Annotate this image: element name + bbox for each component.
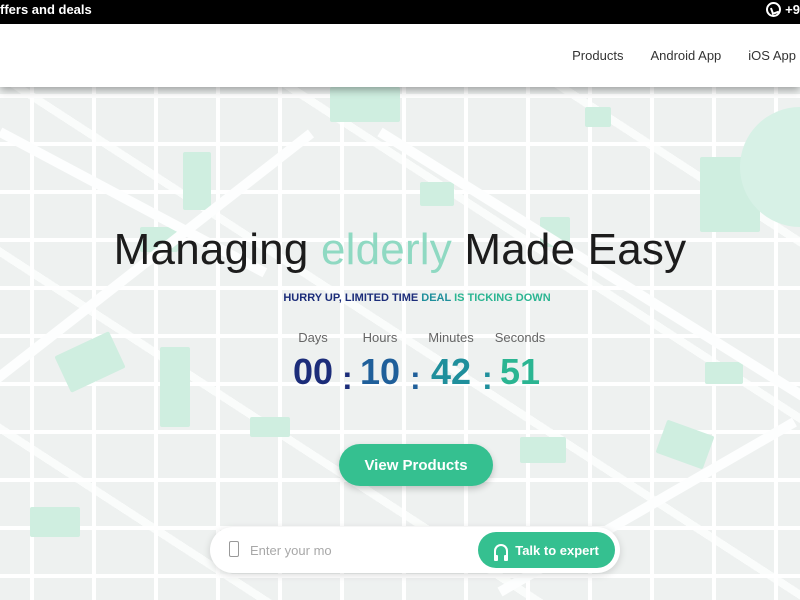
phone-number: +9 <box>785 2 800 17</box>
hero-title-accent: elderly <box>320 225 452 274</box>
nav-item-android-app[interactable]: Android App <box>650 48 721 63</box>
countdown-separator: : <box>410 360 421 396</box>
promo-bar: ffers and deals +9 <box>0 0 800 24</box>
talk-to-expert-button[interactable]: Talk to expert <box>478 532 615 568</box>
hero-title: Managing elderly Made Easy <box>113 225 687 274</box>
mobile-number-input[interactable] <box>250 539 470 561</box>
countdown-days: Days 00 <box>292 330 334 392</box>
countdown-seconds: Seconds 51 <box>494 330 546 392</box>
countdown-separator: : <box>342 360 353 396</box>
countdown-minutes: Minutes 42 <box>428 330 474 392</box>
countdown-hours: Hours 10 <box>359 330 401 392</box>
whatsapp-contact[interactable]: +9 <box>766 2 800 17</box>
mobile-phone-icon <box>229 541 239 557</box>
nav-item-ios-app[interactable]: iOS App <box>748 48 796 63</box>
whatsapp-icon <box>766 2 782 17</box>
promo-text: ffers and deals <box>0 2 92 17</box>
phone-form: Talk to expert <box>210 527 620 573</box>
headset-icon <box>494 543 509 561</box>
main-nav: Products Android App iOS App <box>0 24 800 87</box>
view-products-button[interactable]: View Products <box>339 444 493 486</box>
offer-tagline: HURRY UP, LIMITED TIME DEAL IS TICKING D… <box>283 292 551 304</box>
countdown-timer: Days 00 : Hours 10 : Minutes 42 : Second… <box>286 330 548 400</box>
nav-item-products[interactable]: Products <box>572 48 623 63</box>
